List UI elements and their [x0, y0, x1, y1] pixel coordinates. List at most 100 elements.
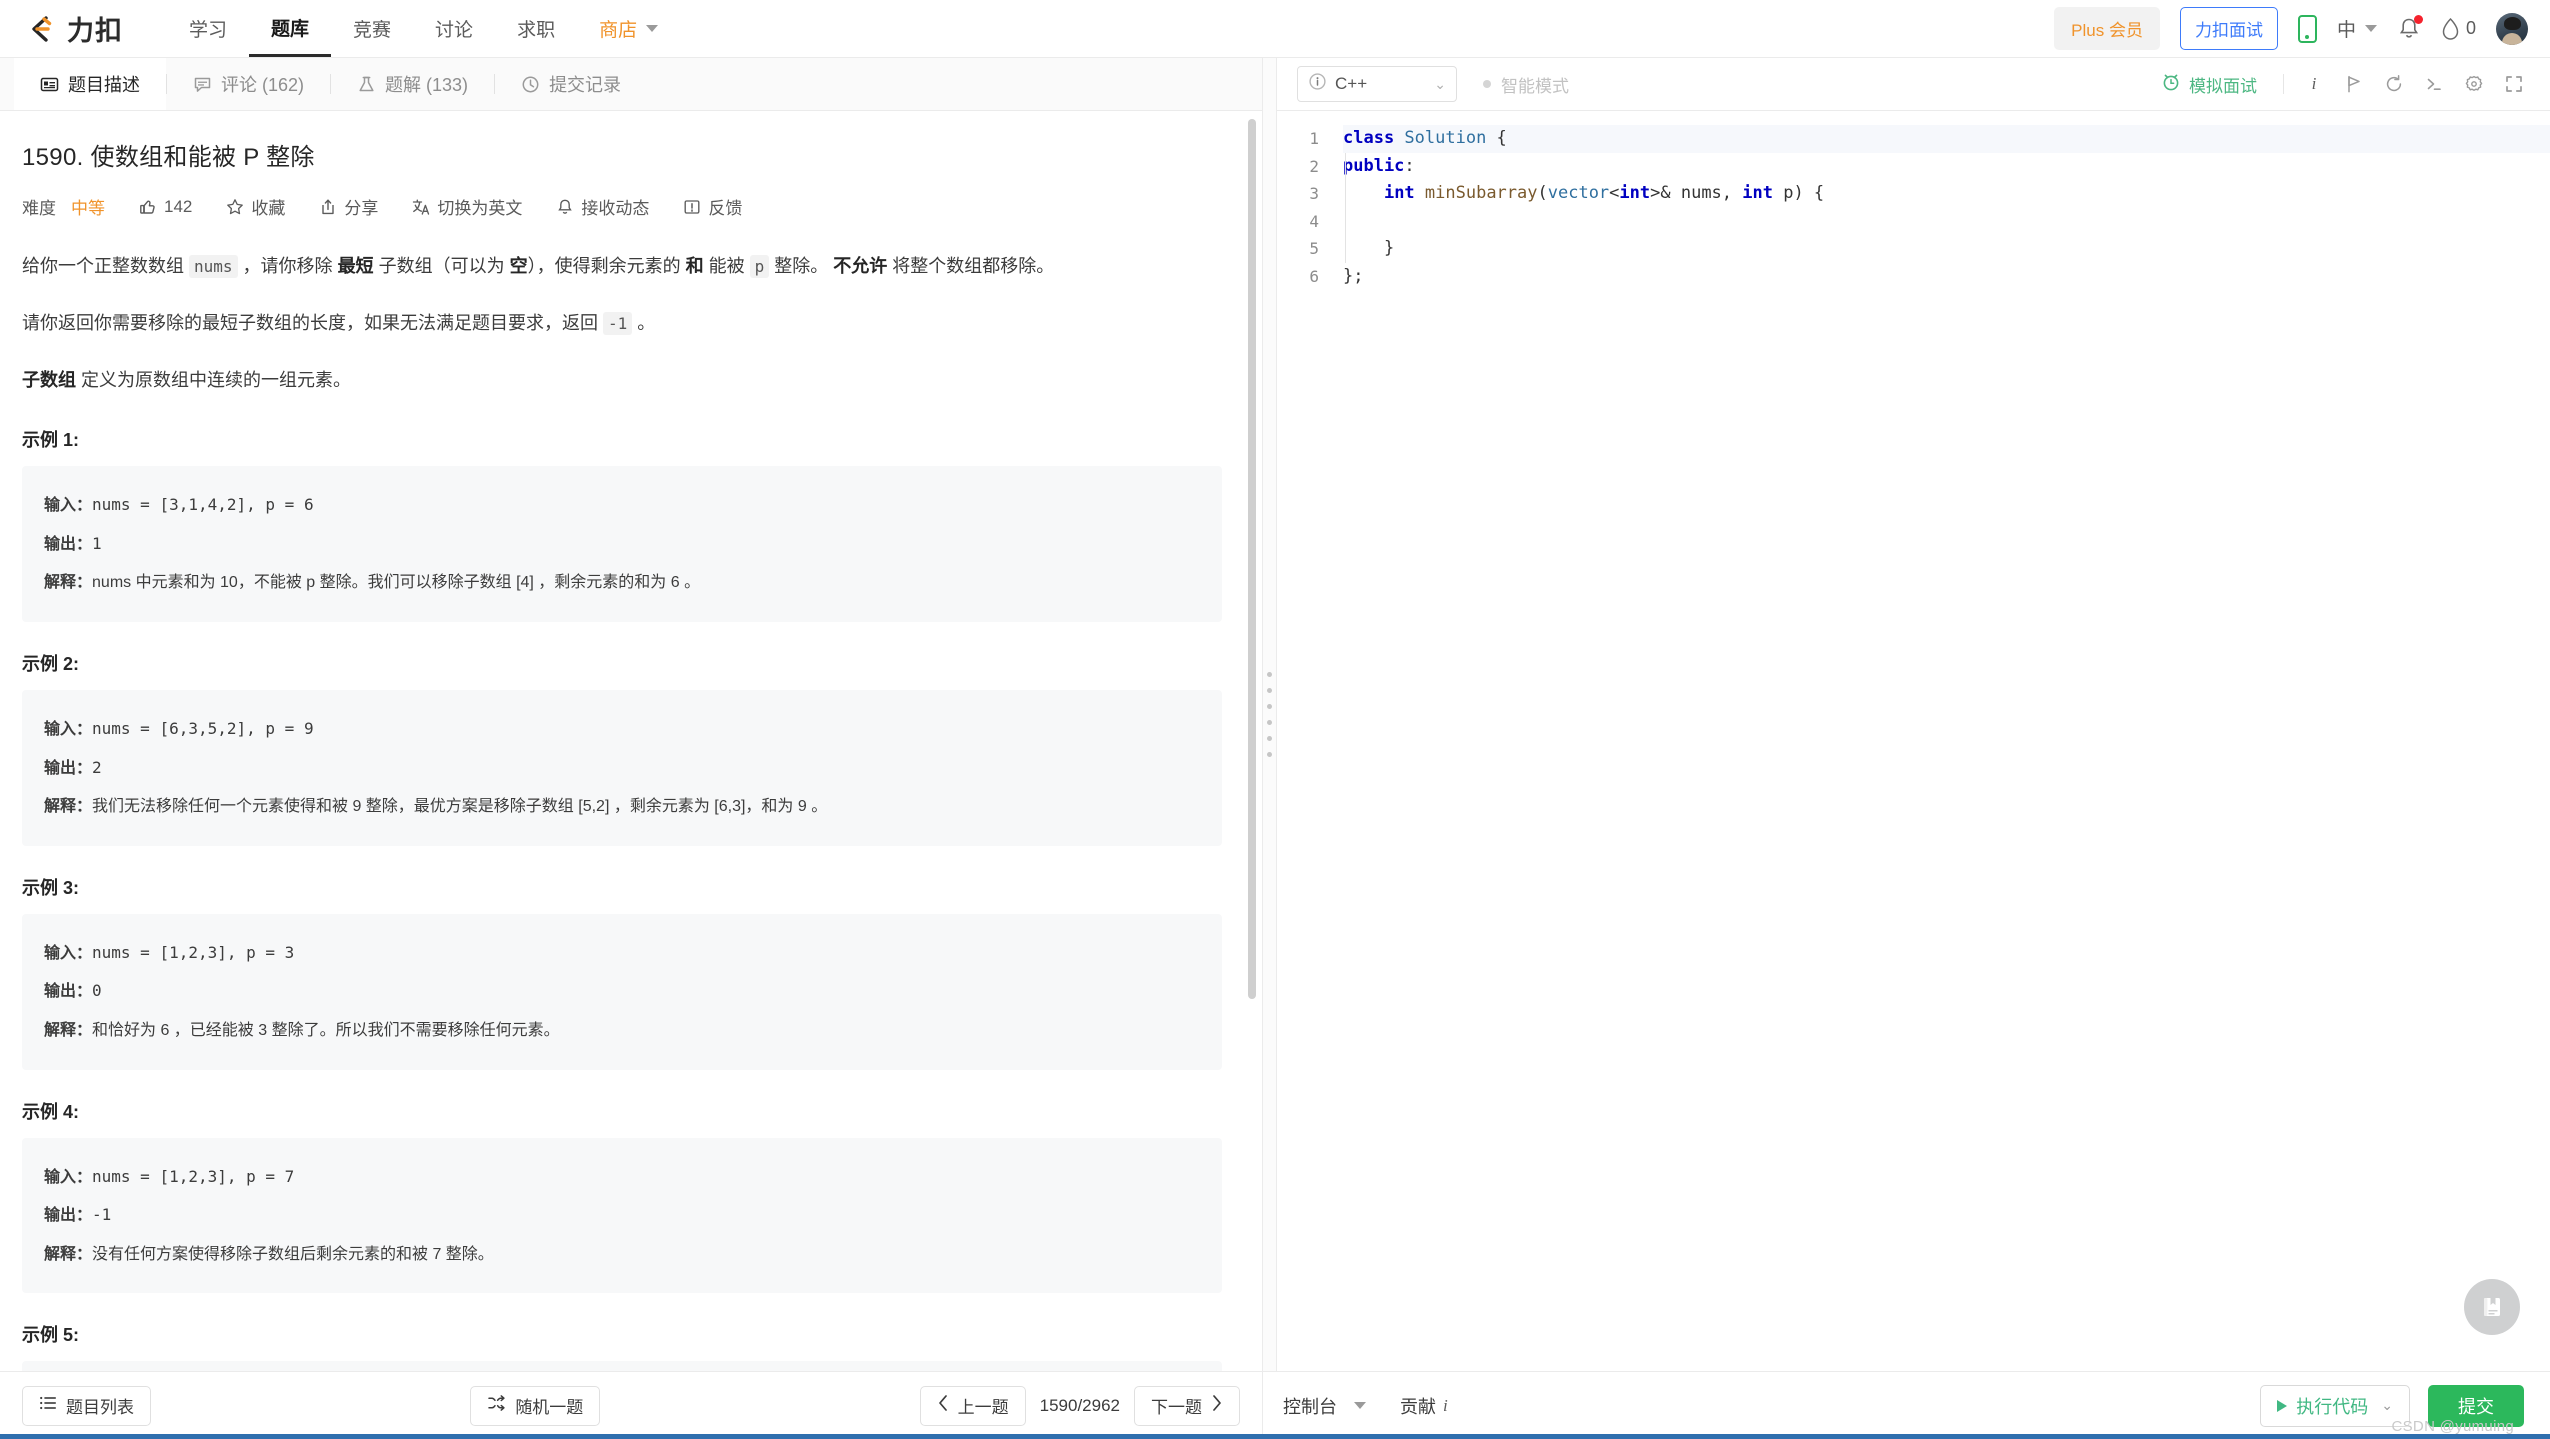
- problem-counter: 1590/2962: [1039, 1395, 1120, 1415]
- problem-list-button[interactable]: 题目列表: [22, 1385, 151, 1426]
- example-row: 输出：2: [44, 749, 1200, 788]
- language-selector[interactable]: 中: [2337, 15, 2377, 42]
- nav-item-problems[interactable]: 题库: [249, 0, 332, 57]
- example-block: 输入：nums = [1,2,3], p = 7 输出：-1 解释：没有任何方案使得…: [22, 1137, 1222, 1294]
- example-row-value: 没有任何方案使得移除子数组后剩余元素的和被 7 整除。: [92, 1245, 494, 1263]
- like-button[interactable]: 142: [139, 197, 192, 217]
- flask-icon: [357, 75, 376, 94]
- terminal-button[interactable]: [2414, 66, 2454, 102]
- brand-name: 力扣: [67, 16, 123, 46]
- code-editor[interactable]: 123456 class Solution {public: int minSu…: [1277, 111, 2550, 1371]
- notification-bell-button[interactable]: [2397, 14, 2423, 42]
- reset-icon: [2386, 75, 2402, 92]
- code-token: int: [1383, 183, 1425, 203]
- language-dropdown[interactable]: C++ ⌄: [1297, 66, 1457, 102]
- indent-guide: [1345, 207, 1346, 235]
- example-block: 输入：nums = [6,3,5,2], p = 9 输出：2 解释：我们无法移除任…: [22, 690, 1222, 846]
- brand-logo-link[interactable]: 力扣: [24, 9, 123, 48]
- streak-counter[interactable]: 0: [2441, 17, 2476, 41]
- avatar[interactable]: [2496, 12, 2528, 45]
- code-token: public: [1343, 155, 1405, 176]
- nav-links: 学习 题库 竞赛 讨论 求职 商店: [167, 0, 680, 57]
- next-problem-button[interactable]: 下一题: [1134, 1385, 1240, 1426]
- chevron-down-icon: ⌄: [1434, 75, 1446, 92]
- play-icon: [2277, 1399, 2288, 1412]
- flag-icon: [2348, 75, 2360, 93]
- nav-item-discuss[interactable]: 讨论: [413, 0, 495, 57]
- notebook-fab-button[interactable]: [2464, 1279, 2520, 1335]
- editor-settings-button[interactable]: [2454, 66, 2494, 102]
- text-run: 定义为原数组中连续的一组元素。: [76, 370, 351, 391]
- nav-item-study[interactable]: 学习: [167, 0, 249, 57]
- code-line: [1343, 207, 2550, 235]
- info-icon-button[interactable]: i: [2294, 66, 2334, 102]
- feedback-button[interactable]: 反馈: [683, 194, 742, 219]
- subscribe-button[interactable]: 接收动态: [556, 194, 649, 219]
- code-token: <: [1609, 183, 1620, 203]
- mock-interview-button[interactable]: 力扣面试: [2179, 7, 2278, 50]
- example-row-value: -1: [92, 1205, 112, 1225]
- nav-item-jobs[interactable]: 求职: [495, 0, 577, 57]
- toolbar-separator: [2283, 74, 2284, 94]
- tab-description[interactable]: 题目描述: [14, 58, 166, 110]
- chevron-down-icon: ⌄: [2381, 1397, 2393, 1413]
- random-problem-label: 随机一题: [515, 1398, 584, 1417]
- pane-splitter-handle[interactable]: [1263, 58, 1277, 1371]
- flag-icon-button[interactable]: [2334, 66, 2374, 102]
- share-button[interactable]: 分享: [319, 194, 378, 219]
- code-token: Solution: [1404, 128, 1487, 148]
- previous-problem-button[interactable]: 上一题: [919, 1385, 1026, 1426]
- emphasis-text: 和: [685, 256, 704, 276]
- tab-solutions[interactable]: 题解 (133): [331, 58, 494, 110]
- feedback-label: 反馈: [708, 199, 743, 218]
- reset-code-button[interactable]: [2374, 66, 2414, 102]
- switch-language-button[interactable]: 切换为英文: [412, 194, 522, 219]
- terminal-icon: [2427, 78, 2441, 90]
- nav-item-store-label: 商店: [599, 20, 638, 41]
- bottom-blue-strip: [0, 1434, 2550, 1439]
- feedback-icon: [683, 198, 701, 216]
- example-row-value: 1: [92, 533, 102, 553]
- phone-icon[interactable]: [2297, 14, 2317, 43]
- chevron-down-icon: [2364, 25, 2377, 32]
- example-row-value: 0: [92, 981, 102, 1001]
- code-text-area[interactable]: class Solution {public: int minSubarray(…: [1333, 111, 2550, 1371]
- editor-toolbar-right: 模拟面试 i: [2145, 66, 2534, 102]
- submit-button[interactable]: 提交: [2428, 1384, 2524, 1427]
- inline-code: -1: [603, 312, 633, 336]
- next-problem-label: 下一题: [1151, 1398, 1202, 1417]
- random-problem-button[interactable]: 随机一题: [470, 1385, 601, 1426]
- previous-problem-label: 上一题: [957, 1398, 1009, 1417]
- nav-item-contest[interactable]: 竞赛: [331, 0, 413, 57]
- scrollbar-thumb[interactable]: [1248, 119, 1256, 999]
- nav-item-store[interactable]: 商店: [577, 0, 680, 57]
- status-dot-icon: [1483, 80, 1491, 88]
- thumbs-up-icon: [139, 198, 157, 216]
- example-row-label: 输出：: [44, 535, 93, 553]
- example-block: 输入：nums = [1000000000,1000000000,1000000…: [22, 1361, 1222, 1371]
- favorite-button[interactable]: 收藏: [226, 194, 285, 219]
- fullscreen-button[interactable]: [2494, 66, 2534, 102]
- plus-membership-badge[interactable]: Plus 会员: [2054, 7, 2160, 50]
- editor-toolbar: C++ ⌄ 智能模式 模拟面试 i: [1277, 58, 2550, 111]
- code-token: class: [1343, 128, 1405, 148]
- tab-comments[interactable]: 评论 (162): [167, 58, 330, 110]
- line-number: 6: [1309, 266, 1319, 286]
- run-code-button[interactable]: 执行代码 ⌄: [2260, 1384, 2410, 1427]
- example-row: 输出：0: [44, 972, 1200, 1011]
- leetcode-logo-icon: [24, 12, 58, 46]
- splitter-dots: [1267, 672, 1272, 757]
- smart-mode-toggle[interactable]: 智能模式: [1483, 72, 1569, 97]
- content-scrollbar[interactable]: [1248, 119, 1256, 1363]
- contribute-button[interactable]: 贡献 i: [1400, 1393, 1448, 1419]
- mock-interview-timer-button[interactable]: 模拟面试: [2145, 72, 2273, 97]
- tab-submissions[interactable]: 提交记录: [495, 58, 647, 110]
- console-toggle-button[interactable]: 控制台: [1283, 1393, 1366, 1419]
- smart-mode-label: 智能模式: [1501, 76, 1569, 96]
- comment-icon: [193, 75, 212, 94]
- description-icon: [40, 75, 59, 94]
- bottom-left-group: 题目列表 随机一题 上一题 1590/2962 下一题: [0, 1372, 1263, 1439]
- submit-label: 提交: [2458, 1396, 2494, 1417]
- example-row-label: 输出：: [44, 1207, 93, 1225]
- example-row-value: nums = [1,2,3], p = 7: [92, 1166, 295, 1186]
